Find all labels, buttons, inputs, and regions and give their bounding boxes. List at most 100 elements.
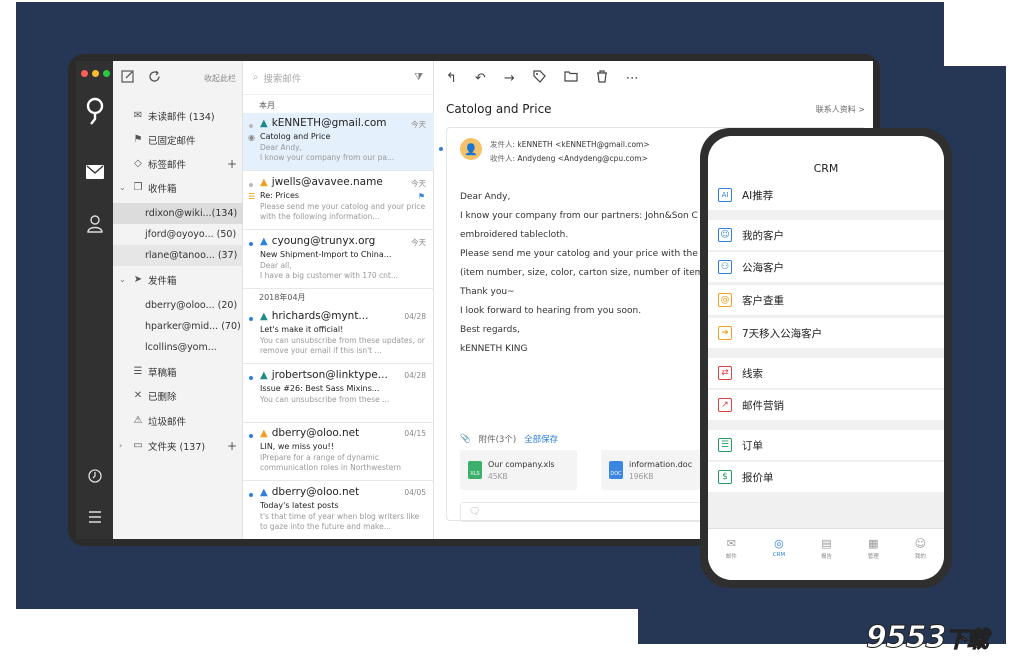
folder-item[interactable]: jford@oyoyo... (50) bbox=[113, 224, 243, 245]
reply-all-icon[interactable]: ↶ bbox=[475, 71, 486, 86]
mail-sender: dberry@oloo.net bbox=[271, 486, 360, 498]
mail-list-item[interactable]: ▲ kENNETH@gmail.com 今天 Catolog and Price Dea… bbox=[243, 113, 434, 171]
email-body: Dear Andy, I know your company from our p… bbox=[460, 188, 708, 359]
person-icon: ☺ bbox=[718, 228, 732, 242]
crm-menu-item[interactable]: ↗ 邮件营销 bbox=[708, 390, 944, 421]
mail-list-item[interactable]: ▲ dberry@oloo.net 04/05 Today's latest post… bbox=[243, 482, 434, 539]
folder-item[interactable]: ⌄ ➤ 发件箱 bbox=[113, 269, 243, 290]
crm-menu-item[interactable]: ☰ 订单 bbox=[708, 430, 944, 461]
folder-item[interactable]: › ▭ 文件夹 (137) + bbox=[113, 435, 243, 456]
sender[interactable]: kENNETH <kENNETH@gmail.com> bbox=[517, 140, 649, 149]
maximize-window-button[interactable] bbox=[103, 70, 110, 77]
compose-icon[interactable] bbox=[121, 70, 134, 86]
reply-icon[interactable]: ↰ bbox=[446, 71, 457, 86]
tab-manage[interactable]: ▦ 管理 bbox=[868, 537, 879, 560]
crm-phone-screen: CRM AI AI推荐 ☺ 我的客户 ⚇ 公海客户 @ 客户查重 ➔ 7天移入公海客户 ⇄ 线索 ↗ 邮件… bbox=[708, 136, 944, 580]
minimize-window-button[interactable] bbox=[92, 70, 99, 77]
crm-menu-label: AI推荐 bbox=[742, 189, 774, 202]
pin-icon: ⚑ bbox=[133, 134, 143, 145]
crm-menu-item[interactable]: ⇄ 线索 bbox=[708, 358, 944, 389]
folder-item[interactable]: rdixon@wiki...(134) bbox=[113, 203, 243, 224]
folder-item[interactable]: rlane@tanoo... (37) bbox=[113, 245, 243, 266]
expand-arrow-icon[interactable]: › bbox=[119, 441, 122, 450]
sender-label: 发件人: bbox=[490, 140, 516, 149]
refresh-icon[interactable] bbox=[148, 70, 161, 86]
expand-arrow-icon[interactable]: ⌄ bbox=[119, 275, 126, 284]
crm-menu-item[interactable]: ➔ 7天移入公海客户 bbox=[708, 318, 944, 349]
collapse-pane-button[interactable]: 收起此栏 bbox=[204, 73, 236, 84]
folder-item[interactable]: ⚑ 已固定邮件 bbox=[113, 129, 243, 150]
contact-info-link[interactable]: 联系人资料 > bbox=[816, 104, 865, 115]
recipient[interactable]: Andydeng <Andydeng@cpu.com> bbox=[517, 154, 647, 163]
trash-icon[interactable] bbox=[596, 69, 608, 87]
close-window-button[interactable] bbox=[81, 70, 88, 77]
folder-item[interactable]: ⚠ 垃圾邮件 bbox=[113, 410, 243, 431]
crm-menu-item[interactable]: $ 报价单 bbox=[708, 462, 944, 493]
tab-crm[interactable]: ◎ CRM bbox=[773, 537, 785, 558]
add-icon[interactable]: + bbox=[227, 157, 237, 171]
clock-icon[interactable] bbox=[76, 469, 113, 483]
search-input[interactable]: 搜索邮件 bbox=[263, 71, 301, 85]
folder-pane: 收起此栏 ✉ 未读邮件 (134) ⚑ 已固定邮件 ◇ 标签邮件 + ⌄ ❐ 收件箱 rdixon@… bbox=[113, 61, 243, 539]
mail-preview: Dear Andy, I know your company from our p… bbox=[260, 143, 395, 162]
email-body-line: Thank you~ bbox=[460, 287, 515, 297]
tab-me[interactable]: ☺ 我的 bbox=[915, 537, 926, 560]
mail-preview: IPrepare for a range of dynamic communic… bbox=[260, 453, 401, 472]
reader-toolbar: ↰ ↶ → ⋯ bbox=[434, 61, 873, 95]
email-subject-title: Catolog and Price bbox=[446, 102, 552, 116]
folder-item[interactable]: ✉ 未读邮件 (134) bbox=[113, 105, 243, 126]
chart-icon: ↗ bbox=[718, 398, 732, 412]
mail-list-item[interactable]: ▲ cyoung@trunyx.org 今天 New Shipment-Import … bbox=[243, 231, 434, 289]
mail-list-item[interactable]: ▲ jrobertson@linktype... 04/28 Issue #26: B… bbox=[243, 365, 434, 423]
attachment-icon: ☰ bbox=[248, 192, 256, 201]
folder-icon[interactable] bbox=[564, 70, 578, 86]
mail-date: 今天 bbox=[411, 238, 426, 247]
pin-icon[interactable]: ⚑ bbox=[418, 192, 425, 201]
crm-menu-item[interactable]: ⚇ 公海客户 bbox=[708, 252, 944, 283]
filter-icon[interactable]: ⧩ bbox=[414, 72, 423, 83]
person-icon: ▲ bbox=[260, 310, 268, 322]
folder-item[interactable]: dberry@oloo... (20) bbox=[113, 295, 243, 316]
mail-preview: Dear all, I have a big customer with 170 … bbox=[260, 261, 399, 280]
save-all-link[interactable]: 全部保存 bbox=[524, 433, 558, 445]
sender-avatar[interactable]: 👤 bbox=[460, 138, 482, 160]
draft-icon: ☰ bbox=[133, 366, 143, 377]
person-icon: ▲ bbox=[260, 486, 268, 498]
tag-icon[interactable] bbox=[533, 69, 546, 87]
mail-subject: Today's latest posts bbox=[260, 501, 339, 510]
forward-icon[interactable]: → bbox=[504, 71, 515, 86]
crm-menu-item[interactable]: AI AI推荐 bbox=[708, 180, 944, 211]
folder-item[interactable]: lcollins@yom... bbox=[113, 337, 243, 358]
mail-date: 今天 bbox=[411, 179, 426, 188]
mail-list-item[interactable]: ▲ jwells@avavee.name 今天 Re: Prices Please se… bbox=[243, 172, 434, 230]
order-icon: ☰ bbox=[718, 438, 732, 452]
unread-dot bbox=[249, 493, 253, 497]
tab-mail[interactable]: ✉ 邮件 bbox=[726, 537, 737, 560]
quote-icon: $ bbox=[718, 470, 732, 484]
attachment-file[interactable]: XLS Our company.xls 45KB bbox=[460, 450, 577, 490]
contacts-icon[interactable] bbox=[76, 215, 113, 233]
mail-date: 04/05 bbox=[404, 488, 426, 497]
mail-list-item[interactable]: ▲ hrichards@mynt... 04/28 Let's make it off… bbox=[243, 306, 434, 364]
crm-menu-item[interactable]: @ 客户查重 bbox=[708, 285, 944, 316]
menu-icon[interactable] bbox=[76, 511, 113, 523]
search-bar[interactable]: ⌕ 搜索邮件 ⧩ bbox=[243, 61, 433, 95]
folder-item[interactable]: hparker@mid... (70) bbox=[113, 316, 243, 337]
crm-menu-item[interactable]: ☺ 我的客户 bbox=[708, 220, 944, 251]
mail-preview: t's that time of year when blog writers … bbox=[260, 512, 420, 531]
folder-item[interactable]: ◇ 标签邮件 + bbox=[113, 153, 243, 174]
more-icon[interactable]: ⋯ bbox=[626, 71, 639, 86]
folder-item[interactable]: ✕ 已删除 bbox=[113, 385, 243, 406]
person-icon: ▲ bbox=[260, 235, 268, 247]
expand-arrow-icon[interactable]: ⌄ bbox=[119, 183, 126, 192]
add-icon[interactable]: + bbox=[227, 439, 237, 453]
tab-report[interactable]: ▤ 报告 bbox=[821, 537, 832, 560]
crm-menu-label: 邮件营销 bbox=[742, 399, 784, 412]
mail-icon[interactable] bbox=[76, 165, 113, 179]
mail-list-item[interactable]: ▲ dberry@oloo.net 04/15 LIN, we miss you!! I… bbox=[243, 423, 434, 481]
folder-item[interactable]: ☰ 草稿箱 bbox=[113, 361, 243, 382]
crm-icon: ◎ bbox=[774, 537, 784, 550]
watermark-logo: 9553下载 bbox=[866, 620, 990, 656]
eye-icon: ◉ bbox=[248, 133, 255, 142]
folder-item[interactable]: ⌄ ❐ 收件箱 bbox=[113, 177, 243, 198]
